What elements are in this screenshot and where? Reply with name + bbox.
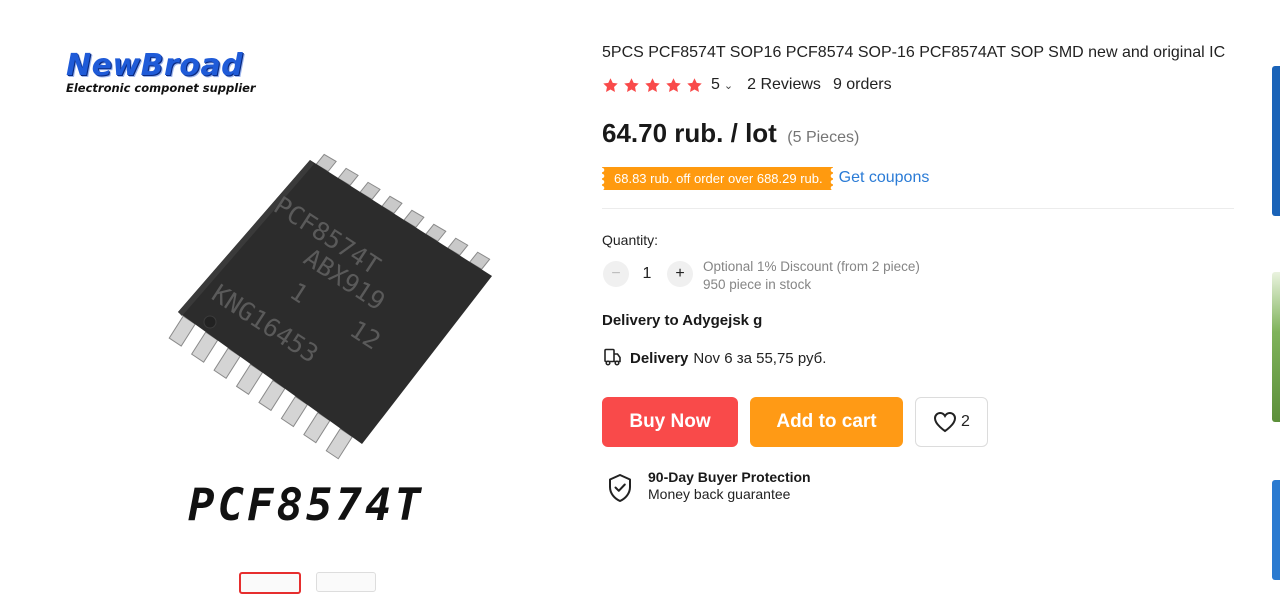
price: 64.70 rub. / lot [602,118,777,148]
buy-now-button[interactable]: Buy Now [602,397,738,447]
delivery-row: Delivery Nov 6 за 55,75 руб. [602,348,826,368]
truck-icon [604,348,621,366]
protection-subtitle: Money back guarantee [648,486,791,502]
protection-title: 90-Day Buyer Protection [648,469,811,485]
gallery-thumbnail-1[interactable] [239,572,301,594]
coupon-badge: 68.83 rub. off order over 688.29 rub. [602,166,833,190]
rating-value[interactable]: 5 [711,76,720,94]
heart-icon [934,411,957,433]
quantity-decrease-button[interactable]: − [603,261,629,287]
star-icon [624,77,639,92]
reviews-link[interactable]: 2 Reviews [747,76,821,94]
gallery-thumbnail-2[interactable] [316,572,376,592]
product-title: 5PCS PCF8574T SOP16 PCF8574 SOP-16 PCF85… [602,44,1226,61]
divider [602,208,1234,209]
coupon-row: 68.83 rub. off order over 688.29 rub. Ge… [602,166,929,190]
add-to-cart-button[interactable]: Add to cart [750,397,903,447]
chevron-down-icon[interactable]: ⌄ [724,79,733,92]
price-row: 64.70 rub. / lot (5 Pieces) [602,118,859,149]
star-icon [687,77,702,92]
get-coupons-link[interactable]: Get coupons [839,169,930,187]
recommendation-card-edge[interactable] [1272,66,1280,216]
quantity-label: Quantity: [602,232,659,248]
brand-logo: NewBroad Electronic componet supplier [66,48,326,98]
delivery-destination[interactable]: Delivery to Adygejsk g [602,312,762,329]
recommendation-card-edge[interactable] [1272,272,1280,422]
discount-note: Optional 1% Discount (from 2 piece) [703,259,920,274]
rating-row: 5 ⌄ 2 Reviews 9 orders [602,74,892,96]
chip-pin1-dot [203,315,217,329]
wishlist-count: 2 [961,413,970,430]
brand-tagline: Electronic componet supplier [66,81,256,95]
orders-count: 9 orders [832,76,892,93]
quantity-input[interactable]: 1 [636,265,658,283]
star-icon [666,77,681,92]
delivery-detail: Nov 6 за 55,75 руб. [693,349,827,367]
rating-stars [602,77,707,94]
brand-name: NewBroad [66,48,244,83]
wishlist-button[interactable]: 2 [915,397,988,447]
product-image-caption: PCF8574T [188,480,424,531]
quantity-increase-button[interactable]: + [667,261,693,287]
star-icon [645,77,660,92]
price-quantity: (5 Pieces) [787,129,860,146]
star-icon [603,77,618,92]
buyer-protection: 90-Day Buyer Protection Money back guara… [606,469,811,505]
stock-note: 950 piece in stock [703,277,812,292]
product-image[interactable]: PCF8574T ABX919 1 12 KNG16453 [100,140,520,470]
shield-check-icon [609,474,631,502]
delivery-label: Delivery [630,349,689,367]
recommendation-card-edge[interactable] [1272,480,1280,580]
